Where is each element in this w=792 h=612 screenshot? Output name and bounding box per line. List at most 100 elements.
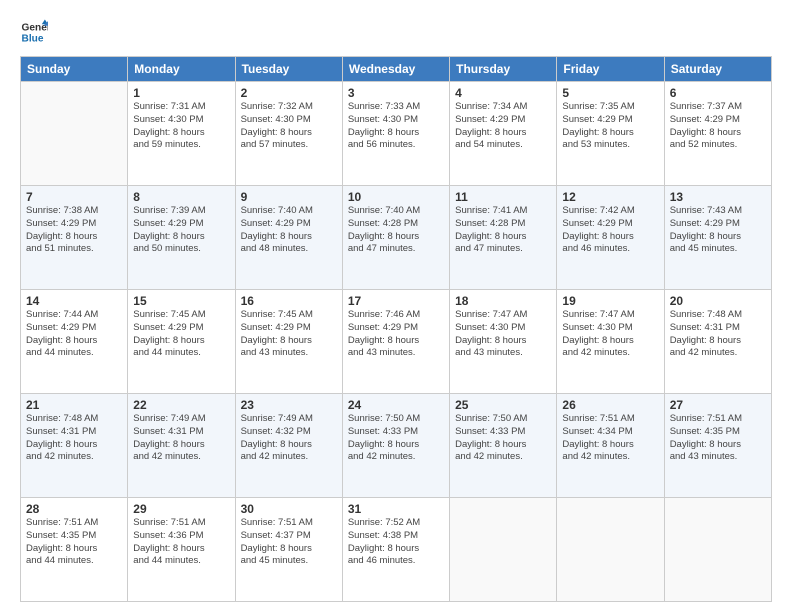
day-info: Sunrise: 7:50 AM Sunset: 4:33 PM Dayligh… — [348, 413, 444, 464]
week-row-5: 28Sunrise: 7:51 AM Sunset: 4:35 PM Dayli… — [21, 498, 772, 602]
day-info: Sunrise: 7:51 AM Sunset: 4:35 PM Dayligh… — [670, 413, 766, 464]
day-info: Sunrise: 7:42 AM Sunset: 4:29 PM Dayligh… — [562, 205, 658, 256]
day-number: 11 — [455, 190, 551, 204]
calendar-cell: 31Sunrise: 7:52 AM Sunset: 4:38 PM Dayli… — [342, 498, 449, 602]
day-number: 9 — [241, 190, 337, 204]
day-number: 17 — [348, 294, 444, 308]
calendar-cell: 29Sunrise: 7:51 AM Sunset: 4:36 PM Dayli… — [128, 498, 235, 602]
day-number: 1 — [133, 86, 229, 100]
day-info: Sunrise: 7:49 AM Sunset: 4:31 PM Dayligh… — [133, 413, 229, 464]
day-info: Sunrise: 7:46 AM Sunset: 4:29 PM Dayligh… — [348, 309, 444, 360]
calendar-cell: 5Sunrise: 7:35 AM Sunset: 4:29 PM Daylig… — [557, 82, 664, 186]
day-number: 6 — [670, 86, 766, 100]
day-number: 30 — [241, 502, 337, 516]
calendar-cell: 18Sunrise: 7:47 AM Sunset: 4:30 PM Dayli… — [450, 290, 557, 394]
day-number: 26 — [562, 398, 658, 412]
day-info: Sunrise: 7:51 AM Sunset: 4:34 PM Dayligh… — [562, 413, 658, 464]
day-info: Sunrise: 7:32 AM Sunset: 4:30 PM Dayligh… — [241, 101, 337, 152]
weekday-header-tuesday: Tuesday — [235, 57, 342, 82]
day-number: 4 — [455, 86, 551, 100]
day-number: 19 — [562, 294, 658, 308]
calendar-cell: 25Sunrise: 7:50 AM Sunset: 4:33 PM Dayli… — [450, 394, 557, 498]
day-info: Sunrise: 7:45 AM Sunset: 4:29 PM Dayligh… — [133, 309, 229, 360]
calendar-cell: 11Sunrise: 7:41 AM Sunset: 4:28 PM Dayli… — [450, 186, 557, 290]
calendar-cell: 2Sunrise: 7:32 AM Sunset: 4:30 PM Daylig… — [235, 82, 342, 186]
calendar-cell: 13Sunrise: 7:43 AM Sunset: 4:29 PM Dayli… — [664, 186, 771, 290]
weekday-header-sunday: Sunday — [21, 57, 128, 82]
day-info: Sunrise: 7:52 AM Sunset: 4:38 PM Dayligh… — [348, 517, 444, 568]
day-info: Sunrise: 7:48 AM Sunset: 4:31 PM Dayligh… — [26, 413, 122, 464]
day-number: 8 — [133, 190, 229, 204]
day-number: 29 — [133, 502, 229, 516]
day-info: Sunrise: 7:39 AM Sunset: 4:29 PM Dayligh… — [133, 205, 229, 256]
calendar-cell: 24Sunrise: 7:50 AM Sunset: 4:33 PM Dayli… — [342, 394, 449, 498]
week-row-4: 21Sunrise: 7:48 AM Sunset: 4:31 PM Dayli… — [21, 394, 772, 498]
calendar-cell — [557, 498, 664, 602]
calendar-cell: 21Sunrise: 7:48 AM Sunset: 4:31 PM Dayli… — [21, 394, 128, 498]
day-number: 31 — [348, 502, 444, 516]
logo-icon: General Blue — [20, 18, 48, 46]
day-info: Sunrise: 7:33 AM Sunset: 4:30 PM Dayligh… — [348, 101, 444, 152]
calendar-cell: 14Sunrise: 7:44 AM Sunset: 4:29 PM Dayli… — [21, 290, 128, 394]
calendar-cell: 6Sunrise: 7:37 AM Sunset: 4:29 PM Daylig… — [664, 82, 771, 186]
day-number: 20 — [670, 294, 766, 308]
calendar-cell: 4Sunrise: 7:34 AM Sunset: 4:29 PM Daylig… — [450, 82, 557, 186]
day-info: Sunrise: 7:31 AM Sunset: 4:30 PM Dayligh… — [133, 101, 229, 152]
logo: General Blue — [20, 18, 48, 46]
day-number: 21 — [26, 398, 122, 412]
day-number: 25 — [455, 398, 551, 412]
day-number: 3 — [348, 86, 444, 100]
calendar-cell: 23Sunrise: 7:49 AM Sunset: 4:32 PM Dayli… — [235, 394, 342, 498]
day-number: 16 — [241, 294, 337, 308]
day-number: 12 — [562, 190, 658, 204]
day-info: Sunrise: 7:35 AM Sunset: 4:29 PM Dayligh… — [562, 101, 658, 152]
week-row-1: 1Sunrise: 7:31 AM Sunset: 4:30 PM Daylig… — [21, 82, 772, 186]
calendar-cell: 26Sunrise: 7:51 AM Sunset: 4:34 PM Dayli… — [557, 394, 664, 498]
calendar-cell: 22Sunrise: 7:49 AM Sunset: 4:31 PM Dayli… — [128, 394, 235, 498]
calendar-cell — [664, 498, 771, 602]
calendar-table: SundayMondayTuesdayWednesdayThursdayFrid… — [20, 56, 772, 602]
svg-text:Blue: Blue — [22, 33, 44, 44]
calendar-cell: 1Sunrise: 7:31 AM Sunset: 4:30 PM Daylig… — [128, 82, 235, 186]
day-info: Sunrise: 7:47 AM Sunset: 4:30 PM Dayligh… — [562, 309, 658, 360]
day-number: 2 — [241, 86, 337, 100]
day-info: Sunrise: 7:51 AM Sunset: 4:37 PM Dayligh… — [241, 517, 337, 568]
calendar-cell: 30Sunrise: 7:51 AM Sunset: 4:37 PM Dayli… — [235, 498, 342, 602]
day-number: 24 — [348, 398, 444, 412]
calendar-cell: 7Sunrise: 7:38 AM Sunset: 4:29 PM Daylig… — [21, 186, 128, 290]
day-number: 28 — [26, 502, 122, 516]
calendar-cell: 3Sunrise: 7:33 AM Sunset: 4:30 PM Daylig… — [342, 82, 449, 186]
day-info: Sunrise: 7:34 AM Sunset: 4:29 PM Dayligh… — [455, 101, 551, 152]
calendar-cell: 10Sunrise: 7:40 AM Sunset: 4:28 PM Dayli… — [342, 186, 449, 290]
day-info: Sunrise: 7:50 AM Sunset: 4:33 PM Dayligh… — [455, 413, 551, 464]
week-row-3: 14Sunrise: 7:44 AM Sunset: 4:29 PM Dayli… — [21, 290, 772, 394]
day-info: Sunrise: 7:41 AM Sunset: 4:28 PM Dayligh… — [455, 205, 551, 256]
calendar-cell: 12Sunrise: 7:42 AM Sunset: 4:29 PM Dayli… — [557, 186, 664, 290]
day-info: Sunrise: 7:43 AM Sunset: 4:29 PM Dayligh… — [670, 205, 766, 256]
day-number: 18 — [455, 294, 551, 308]
day-info: Sunrise: 7:37 AM Sunset: 4:29 PM Dayligh… — [670, 101, 766, 152]
calendar-cell: 27Sunrise: 7:51 AM Sunset: 4:35 PM Dayli… — [664, 394, 771, 498]
calendar-cell: 28Sunrise: 7:51 AM Sunset: 4:35 PM Dayli… — [21, 498, 128, 602]
page-header: General Blue — [20, 18, 772, 46]
day-info: Sunrise: 7:47 AM Sunset: 4:30 PM Dayligh… — [455, 309, 551, 360]
day-info: Sunrise: 7:40 AM Sunset: 4:29 PM Dayligh… — [241, 205, 337, 256]
calendar-cell: 16Sunrise: 7:45 AM Sunset: 4:29 PM Dayli… — [235, 290, 342, 394]
day-info: Sunrise: 7:51 AM Sunset: 4:36 PM Dayligh… — [133, 517, 229, 568]
calendar-cell: 8Sunrise: 7:39 AM Sunset: 4:29 PM Daylig… — [128, 186, 235, 290]
calendar-cell: 20Sunrise: 7:48 AM Sunset: 4:31 PM Dayli… — [664, 290, 771, 394]
day-info: Sunrise: 7:49 AM Sunset: 4:32 PM Dayligh… — [241, 413, 337, 464]
day-info: Sunrise: 7:48 AM Sunset: 4:31 PM Dayligh… — [670, 309, 766, 360]
day-number: 27 — [670, 398, 766, 412]
day-number: 13 — [670, 190, 766, 204]
day-number: 5 — [562, 86, 658, 100]
calendar-cell: 19Sunrise: 7:47 AM Sunset: 4:30 PM Dayli… — [557, 290, 664, 394]
weekday-header-row: SundayMondayTuesdayWednesdayThursdayFrid… — [21, 57, 772, 82]
day-info: Sunrise: 7:45 AM Sunset: 4:29 PM Dayligh… — [241, 309, 337, 360]
weekday-header-thursday: Thursday — [450, 57, 557, 82]
weekday-header-wednesday: Wednesday — [342, 57, 449, 82]
weekday-header-monday: Monday — [128, 57, 235, 82]
week-row-2: 7Sunrise: 7:38 AM Sunset: 4:29 PM Daylig… — [21, 186, 772, 290]
calendar-cell — [450, 498, 557, 602]
calendar-cell — [21, 82, 128, 186]
